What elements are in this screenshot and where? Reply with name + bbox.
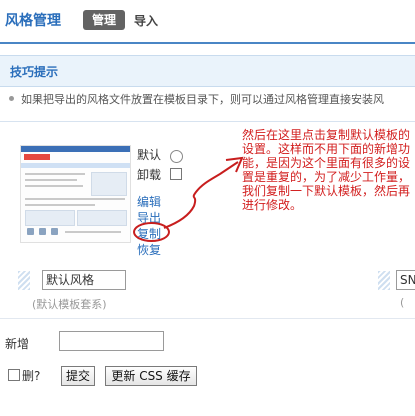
drag-handle[interactable] — [378, 271, 390, 290]
submit-button[interactable]: 提交 — [61, 366, 95, 386]
template-set-caption: ( — [400, 296, 405, 309]
tab-import[interactable]: 导入 — [134, 12, 158, 29]
delete-checkbox[interactable] — [8, 369, 20, 381]
delete-label: 删? — [22, 369, 41, 383]
tab-manage[interactable]: 管理 — [83, 10, 125, 30]
tips-text: 如果把导出的风格文件放置在模板目录下，则可以通过风格管理直接安装风 — [21, 93, 384, 106]
template-set-caption: (默认模板套系) — [32, 298, 107, 311]
refresh-css-cache-button[interactable]: 更新 CSS 缓存 — [105, 366, 197, 386]
style-name-input[interactable]: 默认风格 — [42, 270, 126, 290]
annotation-note: 然后在这里点击复制默认模板的设置。这样而不用下面的新增功能，是因为这个里面有很多… — [242, 128, 411, 212]
header-divider — [0, 42, 415, 44]
style-name-input[interactable]: SN — [396, 270, 415, 290]
bullet-icon — [9, 96, 14, 101]
drag-handle[interactable] — [18, 271, 30, 290]
add-style-input[interactable] — [59, 331, 164, 351]
tips-header-bar — [0, 55, 415, 87]
template-preview-thumbnail — [20, 145, 131, 243]
tips-heading: 技巧提示 — [10, 65, 59, 79]
form-divider — [0, 318, 415, 319]
page-title: 风格管理 — [5, 13, 61, 29]
add-label: 新增 — [5, 337, 30, 351]
